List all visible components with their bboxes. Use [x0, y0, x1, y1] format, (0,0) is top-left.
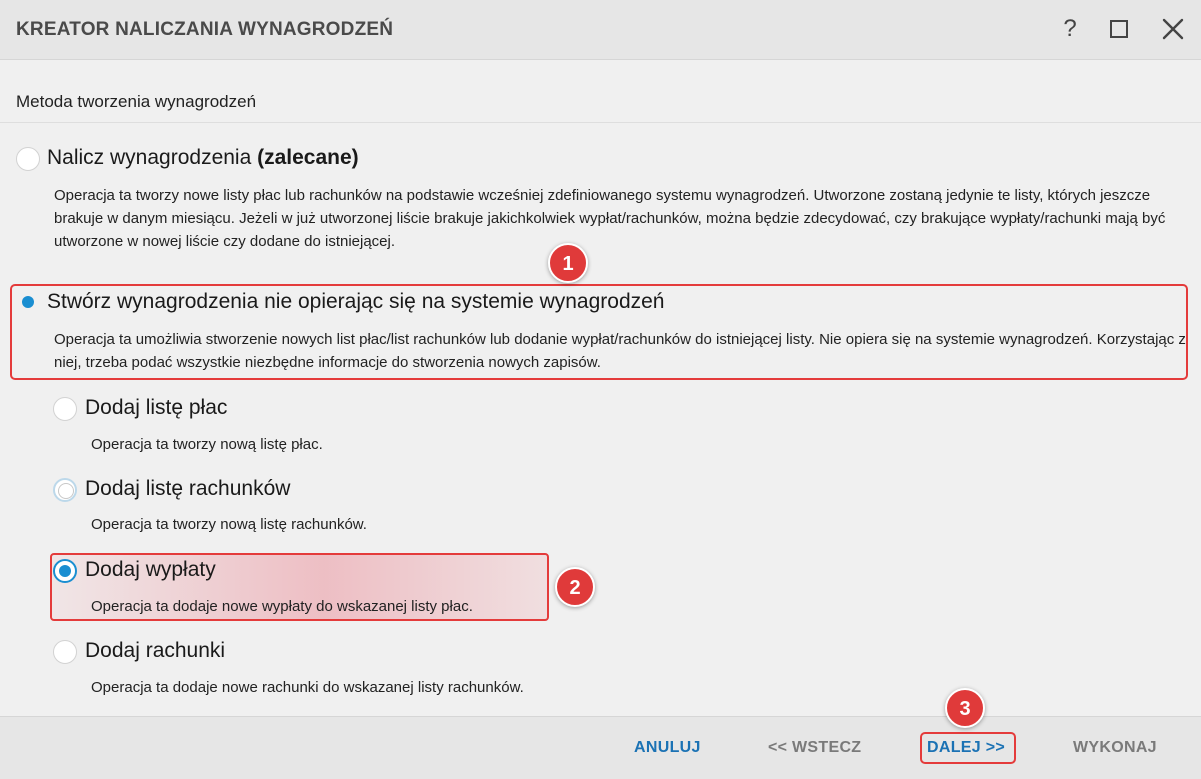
radio-dodaj-wyplaty[interactable] — [53, 559, 77, 583]
option-nalicz-recommended: (zalecane) — [257, 146, 359, 169]
section-label: Metoda tworzenia wynagrodzeń — [16, 92, 257, 111]
annotation-badge-2: 2 — [555, 567, 595, 607]
annotation-badge-1: 1 — [548, 243, 588, 283]
radio-dodaj-rachunki[interactable] — [53, 640, 77, 664]
maximize-icon[interactable] — [1104, 14, 1134, 44]
footer-bar: ANULUJ << WSTECZ DALEJ >> WYKONAJ — [0, 716, 1201, 779]
execute-button[interactable]: WYKONAJ — [1073, 739, 1157, 757]
cancel-button[interactable]: ANULUJ — [634, 739, 701, 757]
option-dodaj-liste-plac-title[interactable]: Dodaj listę płac — [85, 396, 227, 420]
option-nalicz-title[interactable]: Nalicz wynagrodzenia (zalecane) — [47, 146, 359, 170]
option-nalicz-description: Operacja ta tworzy nowe listy płac lub r… — [54, 187, 1166, 250]
radio-dodaj-liste-plac[interactable] — [53, 397, 77, 421]
option-stworz-title[interactable]: Stwórz wynagrodzenia nie opierając się n… — [47, 290, 665, 314]
option-nalicz-label: Nalicz wynagrodzenia — [47, 146, 252, 169]
back-button[interactable]: << WSTECZ — [768, 739, 861, 757]
radio-stworz-wynagrodzenia[interactable] — [19, 293, 37, 311]
title-bar: KREATOR NALICZANIA WYNAGRODZEŃ ? — [0, 0, 1201, 60]
option-dodaj-liste-rachunkow-title[interactable]: Dodaj listę rachunków — [85, 477, 290, 501]
option-dodaj-rachunki-description: Operacja ta dodaje nowe rachunki do wska… — [91, 679, 524, 696]
option-dodaj-liste-rachunkow-description: Operacja ta tworzy nową listę rachunków. — [91, 516, 367, 533]
section-divider — [0, 122, 1201, 123]
option-dodaj-wyplaty-description: Operacja ta dodaje nowe wypłaty do wskaz… — [91, 598, 473, 615]
next-button[interactable]: DALEJ >> — [927, 739, 1005, 757]
radio-dodaj-liste-rachunkow[interactable] — [53, 478, 77, 502]
option-stworz-description: Operacja ta umożliwia stworzenie nowych … — [54, 331, 1186, 371]
close-icon[interactable] — [1158, 14, 1188, 44]
option-dodaj-wyplaty-title[interactable]: Dodaj wypłaty — [85, 558, 216, 582]
radio-nalicz-wynagrodzenia[interactable] — [16, 147, 40, 171]
option-dodaj-liste-plac-description: Operacja ta tworzy nową listę płac. — [91, 436, 323, 453]
annotation-badge-3: 3 — [945, 688, 985, 728]
help-icon[interactable]: ? — [1055, 14, 1085, 44]
window-title: KREATOR NALICZANIA WYNAGRODZEŃ — [16, 19, 394, 40]
option-dodaj-rachunki-title[interactable]: Dodaj rachunki — [85, 639, 225, 663]
